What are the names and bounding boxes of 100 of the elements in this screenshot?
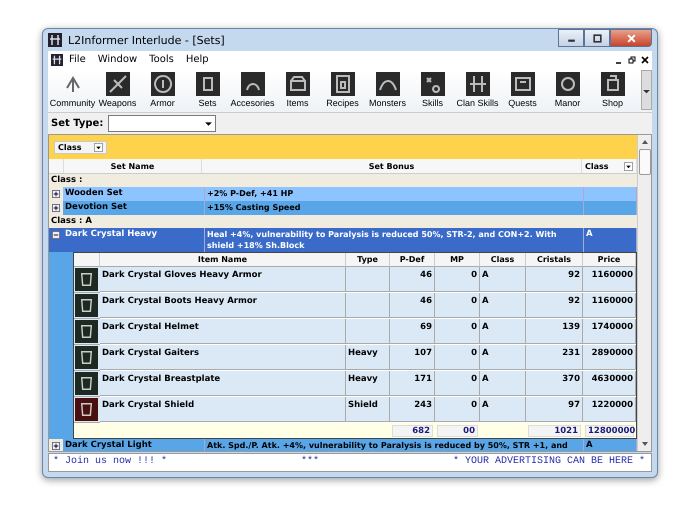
toolbar-button[interactable]: Recipes — [320, 72, 365, 108]
menu-item[interactable]: Tools — [149, 54, 174, 65]
collapse-icon[interactable] — [52, 231, 60, 239]
toolbar-button[interactable]: Quests — [500, 72, 545, 108]
grid-icon — [466, 72, 490, 96]
group-row[interactable]: Class : A — [49, 215, 637, 228]
scroll-down-icon[interactable] — [640, 440, 648, 448]
set-row[interactable]: Wooden Set +2% P-Def, +41 HP — [49, 187, 637, 201]
dropdown-icon[interactable] — [624, 162, 633, 170]
toolbar-button[interactable]: Accesories — [230, 72, 275, 108]
column-header[interactable]: Type — [346, 253, 390, 267]
table-cell: 370 — [526, 371, 583, 396]
table-cell: A — [584, 439, 637, 451]
table-cell: Dark Crystal Gloves Heavy Armor — [100, 267, 346, 292]
table-cell: Shield — [346, 397, 390, 422]
toolbar-button[interactable]: Shop — [590, 72, 635, 108]
arc-icon — [240, 72, 264, 96]
set-row[interactable]: Dark Crystal Heavy Heal +4%, vulnerability to Paralysis is reduced 50%, STR-2, and CON+2. With shield +18% Sh.Block A — [49, 228, 637, 252]
expand-icon[interactable] — [52, 442, 60, 450]
menu-item[interactable]: Window — [98, 54, 138, 65]
table-cell: 1160000 — [583, 293, 636, 318]
table-cell: A — [480, 267, 526, 292]
table-cell: 2890000 — [583, 345, 636, 370]
window-title: L2Informer Interlude - [Sets] — [68, 34, 226, 46]
app-icon — [51, 54, 63, 66]
scrollbar-thumb[interactable] — [638, 149, 650, 175]
table-cell: Dark Crystal Shield — [100, 397, 346, 422]
close-icon[interactable] — [641, 56, 649, 64]
toolbar-button[interactable]: Monsters — [365, 72, 410, 108]
vertical-scrollbar[interactable] — [637, 135, 651, 451]
table-cell: A — [480, 319, 526, 344]
toolbar-button[interactable]: Armor — [140, 72, 185, 108]
table-cell: Heal +4%, vulnerability to Paralysis is reduced 50%, STR-2, and CON+2. With shield +18% Sh.Block — [205, 228, 584, 252]
toolbar-button[interactable]: Weapons — [95, 72, 140, 108]
armor-icon — [75, 268, 98, 291]
minimize-button[interactable] — [558, 29, 584, 47]
set-row[interactable]: Devotion Set +15% Casting Speed — [49, 201, 637, 215]
table-cell: 0 — [435, 319, 480, 344]
table-cell: 1740000 — [583, 319, 636, 344]
panel-icon — [510, 72, 534, 96]
table-cell: 1160000 — [583, 267, 636, 292]
armor-icon — [75, 294, 98, 317]
toolbar-button[interactable]: Items — [275, 72, 320, 108]
set-type-label: Set Type: — [51, 118, 104, 129]
table-cell: Dark Crystal Helmet — [100, 319, 346, 344]
table-cell: A — [480, 293, 526, 318]
table-cell: 139 — [526, 319, 583, 344]
column-header[interactable]: MP — [435, 253, 480, 267]
table-cell: Dark Crystal Boots Heavy Armor — [100, 293, 346, 318]
column-header[interactable]: Class — [480, 253, 526, 267]
table-cell: 92 — [526, 293, 583, 318]
menu-item[interactable]: File — [69, 54, 86, 65]
box-icon — [600, 72, 624, 96]
toolbar-button[interactable]: Manor — [545, 72, 590, 108]
table-cell: 0 — [435, 293, 480, 318]
expand-icon[interactable] — [52, 190, 60, 198]
toolbar-button[interactable]: Skills — [410, 72, 455, 108]
app-icon — [48, 33, 62, 47]
table-cell: 0 — [435, 371, 480, 396]
table-cell: +15% Casting Speed — [205, 201, 584, 215]
table-cell: 171 — [390, 371, 435, 396]
column-header[interactable]: Set Bonus — [202, 159, 582, 173]
table-cell: 4630000 — [583, 371, 636, 396]
set-row[interactable]: Dark Crystal Light Atk. Spd./P. Atk. +4%, vulnerability to Paralysis is reduced by 50%, STR +1, and A — [49, 439, 637, 451]
table-cell: A — [480, 371, 526, 396]
toolbar-button[interactable]: Clan Skills — [455, 72, 500, 108]
table-cell: Dark Crystal Breastplate — [100, 371, 346, 396]
toolbar-button[interactable]: Community — [50, 72, 95, 108]
column-header[interactable]: P-Def — [390, 253, 435, 267]
armor-icon — [75, 372, 98, 395]
table-cell: Atk. Spd./P. Atk. +4%, vulnerability to Paralysis is reduced by 50%, STR +1, and — [205, 439, 584, 451]
rectangle-icon — [196, 72, 220, 96]
dropdown-icon[interactable] — [94, 142, 103, 152]
maximize-button[interactable] — [584, 29, 610, 47]
ticker-text: * Join us now !!! * — [53, 456, 168, 467]
table-cell: +2% P-Def, +41 HP — [205, 187, 584, 201]
table-cell: 1220000 — [583, 397, 636, 422]
expand-icon[interactable] — [52, 204, 60, 212]
table-cell: Devotion Set — [63, 201, 205, 215]
table-cell: 0 — [435, 267, 480, 292]
menu-item[interactable]: Help — [186, 54, 209, 65]
close-button[interactable] — [610, 29, 652, 47]
column-header[interactable]: Price — [583, 253, 636, 267]
column-header[interactable]: Set Name — [64, 159, 202, 173]
table-cell: Wooden Set — [63, 187, 205, 201]
table-cell: 243 — [390, 397, 435, 422]
column-header[interactable]: Cristals — [526, 253, 583, 267]
column-header[interactable]: Item Name — [100, 253, 346, 267]
scroll-up-icon[interactable] — [640, 138, 648, 146]
group-row[interactable]: Class : — [49, 174, 637, 187]
restore-icon[interactable] — [628, 56, 636, 64]
close-icon — [626, 34, 636, 42]
group-chip[interactable]: Class — [54, 140, 107, 154]
toolbar-button[interactable]: Sets — [185, 72, 230, 108]
cross-icon — [106, 72, 130, 96]
ticker-text: *** — [300, 456, 319, 467]
total-cell: 682 — [392, 424, 433, 436]
set-type-dropdown[interactable] — [108, 115, 216, 132]
ticker-text: * YOUR ADVERTISING CAN BE HERE * — [452, 456, 645, 467]
table-cell: A — [480, 397, 526, 422]
